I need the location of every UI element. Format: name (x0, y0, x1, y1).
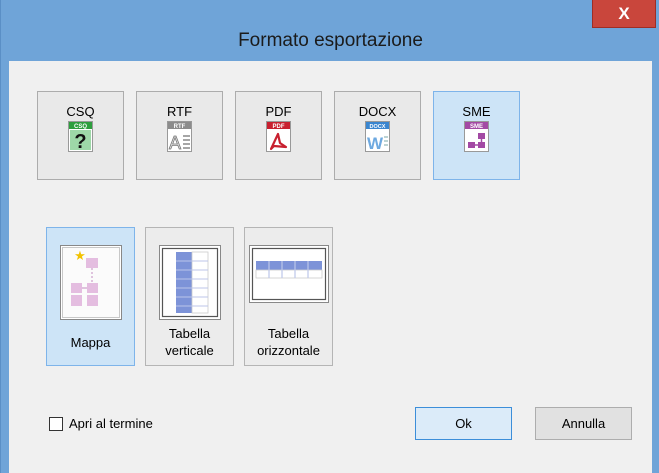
pdf-document-icon: PDF (266, 121, 291, 152)
mode-label-line1: Tabella (267, 326, 310, 341)
mode-button-horizontal-table[interactable]: Tabella orizzontale (244, 227, 333, 366)
svg-text:★: ★ (74, 249, 86, 264)
format-label: SME (462, 104, 491, 119)
svg-text:A: A (169, 133, 181, 152)
vertical-table-icon (159, 245, 221, 320)
cancel-button[interactable]: Annulla (535, 407, 632, 440)
format-label: CSQ (66, 104, 95, 119)
mode-label-line1: Tabella (168, 326, 211, 341)
mode-label-line2: verticale (165, 343, 214, 358)
mode-label-line1: Mappa (70, 335, 111, 350)
svg-text:?: ? (74, 131, 86, 152)
format-button-csq[interactable]: CSQ CSQ ? (37, 91, 124, 180)
format-label: RTF (166, 104, 193, 119)
dialog-title: Formato esportazione (238, 30, 423, 51)
format-button-docx[interactable]: DOCX DOCX W (334, 91, 421, 180)
ok-button[interactable]: Ok (415, 407, 512, 440)
close-button[interactable]: X (592, 0, 656, 28)
sme-map-icon: SME (464, 121, 489, 152)
csq-help-icon: CSQ ? (68, 121, 93, 152)
map-layout-icon: ★ (60, 245, 122, 320)
svg-text:W: W (367, 134, 384, 152)
rtf-icon-text: RTF (174, 124, 186, 130)
title-bar[interactable]: Formato esportazione X (9, 0, 656, 51)
docx-icon-text: DOCX (370, 124, 386, 130)
format-button-sme[interactable]: SME SME (433, 91, 520, 180)
csq-icon-text: CSQ (74, 124, 87, 130)
open-at-end-checkbox[interactable] (49, 417, 63, 431)
format-button-rtf[interactable]: RTF RTF A (136, 91, 223, 180)
export-format-dialog: Formato esportazione X CSQ CSQ ? RTF RTF… (0, 0, 659, 473)
open-at-end-label[interactable]: Apri al termine (69, 416, 153, 431)
format-button-pdf[interactable]: PDF PDF (235, 91, 322, 180)
horizontal-table-icon (249, 245, 329, 303)
rtf-document-icon: RTF A (167, 121, 192, 152)
dialog-content: CSQ CSQ ? RTF RTF A PDF PDF DOCX DOCX W … (9, 61, 652, 473)
docx-word-icon: DOCX W (365, 121, 390, 152)
mode-label-line2: orizzontale (257, 343, 320, 358)
pdf-icon-text: PDF (273, 124, 285, 130)
mode-button-map[interactable]: ★ Mappa (46, 227, 135, 366)
format-label: PDF (265, 104, 292, 119)
format-label: DOCX (358, 104, 397, 119)
sme-icon-text: SME (470, 124, 483, 130)
mode-button-vertical-table[interactable]: Tabella verticale (145, 227, 234, 366)
